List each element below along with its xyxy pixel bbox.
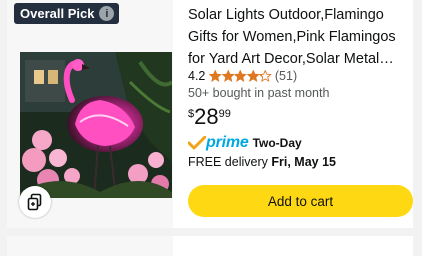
price-whole: 28 [194,104,219,129]
prime-badge: prime Two-Day [188,134,302,152]
overall-pick-badge: Overall Pick i [14,3,120,24]
badge-label: Overall Pick [20,6,95,21]
review-count[interactable]: (51) [275,69,297,83]
bought-in-past-month: 50+ bought in past month [188,86,330,100]
star-icon [246,70,260,82]
add-to-cart-button[interactable]: Add to cart [188,185,413,217]
rating-value: 4.2 [188,69,206,83]
price-fraction: 99 [218,108,231,120]
product-title-link[interactable]: Solar Lights Outdoor,Flamingo Gifts for … [188,4,410,70]
prime-check-icon [188,136,206,150]
star-icon [209,70,222,82]
next-product-card[interactable] [7,236,413,256]
compare-icon [27,193,42,211]
star-icon [221,70,235,82]
product-card[interactable]: Overall Pick i Solar Lights Outdoor,Flam… [7,0,413,228]
delivery-date: Fri, May 15 [271,155,336,169]
product-image-area[interactable]: Overall Pick i [7,0,173,228]
delivery-info: FREE delivery Fri, May 15 [188,155,336,169]
price: $ 28 99 [188,105,231,129]
flamingo-photo [20,52,172,198]
product-photo[interactable] [20,52,172,198]
star-icon [259,70,272,82]
star-rating[interactable] [209,70,272,82]
rating-row[interactable]: 4.2 (51) [188,69,297,83]
prime-speed: Two-Day [252,136,302,150]
compare-button[interactable] [19,186,51,218]
prime-logo-text: prime [206,134,249,151]
star-icon [234,70,247,82]
delivery-prefix: FREE delivery [188,155,268,169]
info-icon[interactable]: i [99,6,115,21]
next-product-image-area[interactable] [7,236,173,256]
